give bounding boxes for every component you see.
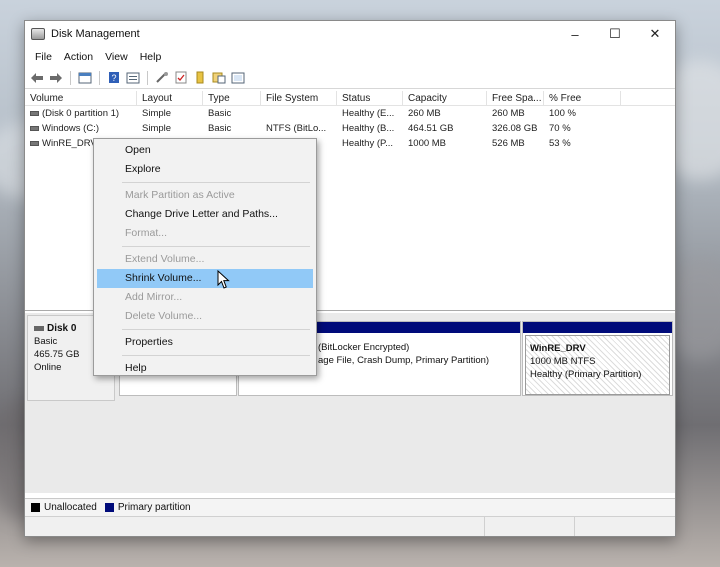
maximize-button[interactable]: ☐ (595, 21, 635, 47)
menu-item-mark-partition-active: Mark Partition as Active (125, 189, 235, 201)
connect-icon[interactable] (154, 70, 170, 86)
volume-file-system: NTFS (BitLo... (266, 123, 327, 134)
legend-unallocated: Unallocated (44, 502, 97, 513)
toolbar-separator (147, 70, 148, 85)
column-header-free-space[interactable]: Free Spa... (487, 91, 544, 105)
volume-icon (30, 110, 39, 116)
volume-icon (30, 140, 39, 146)
rescan-icon[interactable] (173, 70, 189, 86)
menu-item-properties[interactable]: Properties (97, 333, 313, 352)
volume-name: WinRE_DRV (42, 138, 97, 149)
volume-capacity: 464.51 GB (408, 123, 454, 134)
menu-item-open[interactable]: Open (97, 141, 313, 160)
back-arrow-icon[interactable] (29, 70, 45, 86)
menu-view[interactable]: View (99, 51, 134, 63)
volume-free-space: 526 MB (492, 138, 525, 149)
menu-item-explore[interactable]: Explore (97, 160, 313, 179)
window-title: Disk Management (51, 28, 140, 40)
volume-percent-free: 53 % (549, 138, 571, 149)
legend-primary-partition: Primary partition (117, 502, 191, 513)
close-button[interactable]: ✕ (635, 21, 675, 47)
menu-item-change-drive-letter[interactable]: Change Drive Letter and Paths... (97, 205, 313, 224)
partition-line-2: Healthy (Primary Partition) (530, 369, 642, 380)
menu-item-help[interactable]: Help (97, 359, 313, 378)
column-header-type[interactable]: Type (203, 91, 261, 105)
show-hide-console-icon[interactable] (77, 70, 93, 86)
status-cell (25, 517, 485, 536)
mouse-pointer-icon (217, 270, 230, 289)
volume-type: Basic (208, 108, 232, 119)
minimize-button[interactable]: – (555, 21, 595, 47)
primary-partition-bar (523, 322, 672, 333)
column-header-volume[interactable]: Volume (25, 91, 137, 105)
menu-item-delete-volume: Delete Volume... (125, 310, 203, 322)
volume-file-system (261, 106, 337, 121)
forward-arrow-icon[interactable] (48, 70, 64, 86)
volume-type: Basic (208, 123, 232, 134)
toolbar-separator (99, 70, 100, 85)
volume-layout: Simple (142, 123, 172, 134)
menu-separator (122, 182, 310, 183)
context-menu: Open Explore Mark Partition as Active Ch… (93, 138, 317, 376)
toolbar-separator (70, 70, 71, 85)
unallocated-swatch (31, 503, 40, 512)
menu-bar: File Action View Help (25, 47, 675, 67)
menu-item-extend-volume: Extend Volume... (125, 253, 205, 265)
menu-item-format: Format... (125, 227, 168, 239)
menu-item-add-mirror: Add Mirror... (125, 291, 183, 303)
volume-capacity: 1000 MB (408, 138, 447, 149)
primary-partition-swatch (104, 503, 114, 512)
toolbar: ? (25, 67, 675, 89)
svg-text:?: ? (111, 73, 116, 83)
menu-action[interactable]: Action (58, 51, 99, 63)
volume-percent-free: 100 % (549, 108, 576, 119)
menu-item-shrink-volume[interactable]: Shrink Volume... (97, 269, 313, 288)
menu-separator (122, 329, 310, 330)
volume-name: (Disk 0 partition 1) (42, 108, 120, 119)
refresh-icon[interactable] (192, 70, 208, 86)
menu-file[interactable]: File (29, 51, 58, 63)
volume-percent-free: 70 % (549, 123, 571, 134)
title-bar: Disk Management – ☐ ✕ (25, 21, 675, 47)
partition-line-1: 1000 MB NTFS (530, 356, 596, 367)
settings-icon[interactable] (211, 70, 227, 86)
partition-winre-drv[interactable]: WinRE_DRV 1000 MB NTFS Healthy (Primary … (522, 321, 673, 396)
hard-disk-icon (34, 325, 44, 331)
disk-name: Disk 0 (47, 323, 77, 334)
disk-management-app-icon (31, 28, 45, 40)
volume-status: Healthy (E... (342, 108, 395, 119)
volume-free-space: 326.08 GB (492, 123, 538, 134)
volume-status: Healthy (B... (342, 123, 395, 134)
menu-separator (122, 355, 310, 356)
status-bar (25, 516, 675, 536)
volume-icon (30, 125, 39, 131)
table-row[interactable]: Windows (C:) Simple Basic NTFS (BitLo...… (25, 121, 675, 136)
partition-title: WinRE_DRV (530, 343, 586, 354)
volume-status: Healthy (P... (342, 138, 394, 149)
volume-capacity: 260 MB (408, 108, 441, 119)
help-icon[interactable]: ? (106, 70, 122, 86)
table-row[interactable]: (Disk 0 partition 1) Simple Basic Health… (25, 106, 675, 121)
volume-layout: Simple (142, 108, 172, 119)
column-header-capacity[interactable]: Capacity (403, 91, 487, 105)
volume-name: Windows (C:) (42, 123, 100, 134)
column-header-status[interactable]: Status (337, 91, 403, 105)
column-header-file-system[interactable]: File System (261, 91, 337, 105)
menu-separator (122, 246, 310, 247)
menu-help[interactable]: Help (134, 51, 168, 63)
volume-free-space: 260 MB (492, 108, 525, 119)
column-header-layout[interactable]: Layout (137, 91, 203, 105)
disk-list-icon[interactable] (230, 70, 246, 86)
legend: Unallocated Primary partition (25, 498, 675, 516)
status-cell (485, 517, 575, 536)
properties-icon[interactable] (125, 70, 141, 86)
column-header-percent-free[interactable]: % Free (544, 91, 621, 105)
volume-list-header: Volume Layout Type File System Status Ca… (25, 91, 675, 106)
